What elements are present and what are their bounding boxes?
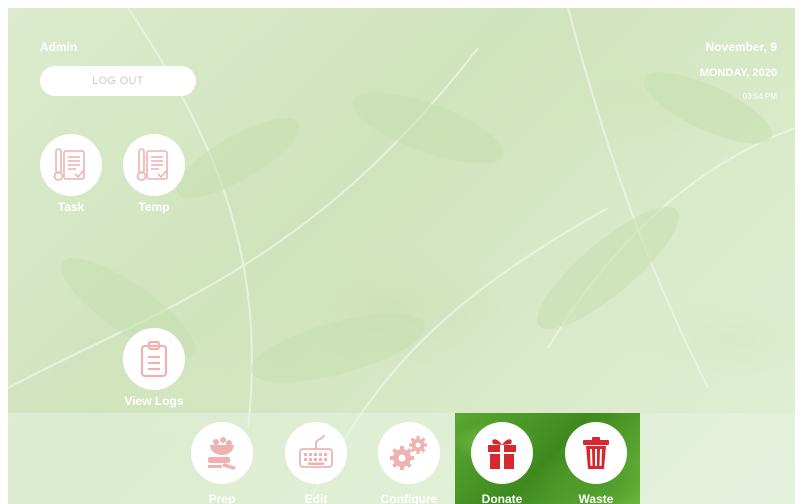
temp-label: Temp — [138, 200, 170, 214]
view-logs-label: View Logs — [124, 394, 184, 408]
waste-button[interactable]: Waste — [561, 422, 631, 504]
edit-label: Edit — [304, 492, 328, 504]
date-month-day: November, 9 — [705, 40, 777, 54]
waste-icon-circle[interactable] — [565, 422, 627, 484]
task-clipboard-thermometer-icon — [53, 148, 85, 181]
date-weekday-year: MONDAY, 2020 — [699, 67, 777, 79]
task-icon-circle[interactable] — [40, 134, 102, 196]
clipboard-icon — [140, 340, 168, 378]
configure-icon-circle[interactable] — [378, 422, 440, 484]
donate-icon-circle[interactable] — [471, 422, 533, 484]
temp-clipboard-thermometer-icon — [136, 148, 168, 181]
waste-label: Waste — [578, 492, 614, 504]
configure-button[interactable]: Configure — [373, 422, 445, 504]
prep-icon — [208, 437, 236, 470]
gift-icon — [488, 439, 516, 469]
configure-label: Configure — [380, 492, 438, 504]
donate-label: Donate — [481, 492, 523, 504]
gears-icon — [390, 436, 427, 470]
keyboard-icon — [299, 435, 333, 468]
prep-button[interactable]: Prep — [187, 422, 257, 504]
prep-label: Prep — [208, 492, 236, 504]
task-tile[interactable]: Task — [39, 134, 103, 214]
user-name: Admin — [40, 40, 78, 54]
view-logs-icon-circle[interactable] — [123, 328, 185, 390]
donate-button[interactable]: Donate — [467, 422, 537, 504]
edit-button[interactable]: Edit — [281, 422, 351, 504]
task-label: Task — [57, 200, 85, 214]
temp-icon-circle[interactable] — [123, 134, 185, 196]
temp-tile[interactable]: Temp — [122, 134, 186, 214]
logout-button[interactable]: LOG OUT — [40, 66, 196, 96]
prep-icon-circle[interactable] — [191, 422, 253, 484]
edit-icon-circle[interactable] — [285, 422, 347, 484]
current-time: 03:54 PM — [742, 92, 777, 101]
view-logs-tile[interactable]: View Logs — [114, 328, 194, 408]
trash-icon — [583, 437, 609, 469]
home-screen: Admin LOG OUT November, 9 MONDAY, 2020 0… — [8, 8, 795, 504]
